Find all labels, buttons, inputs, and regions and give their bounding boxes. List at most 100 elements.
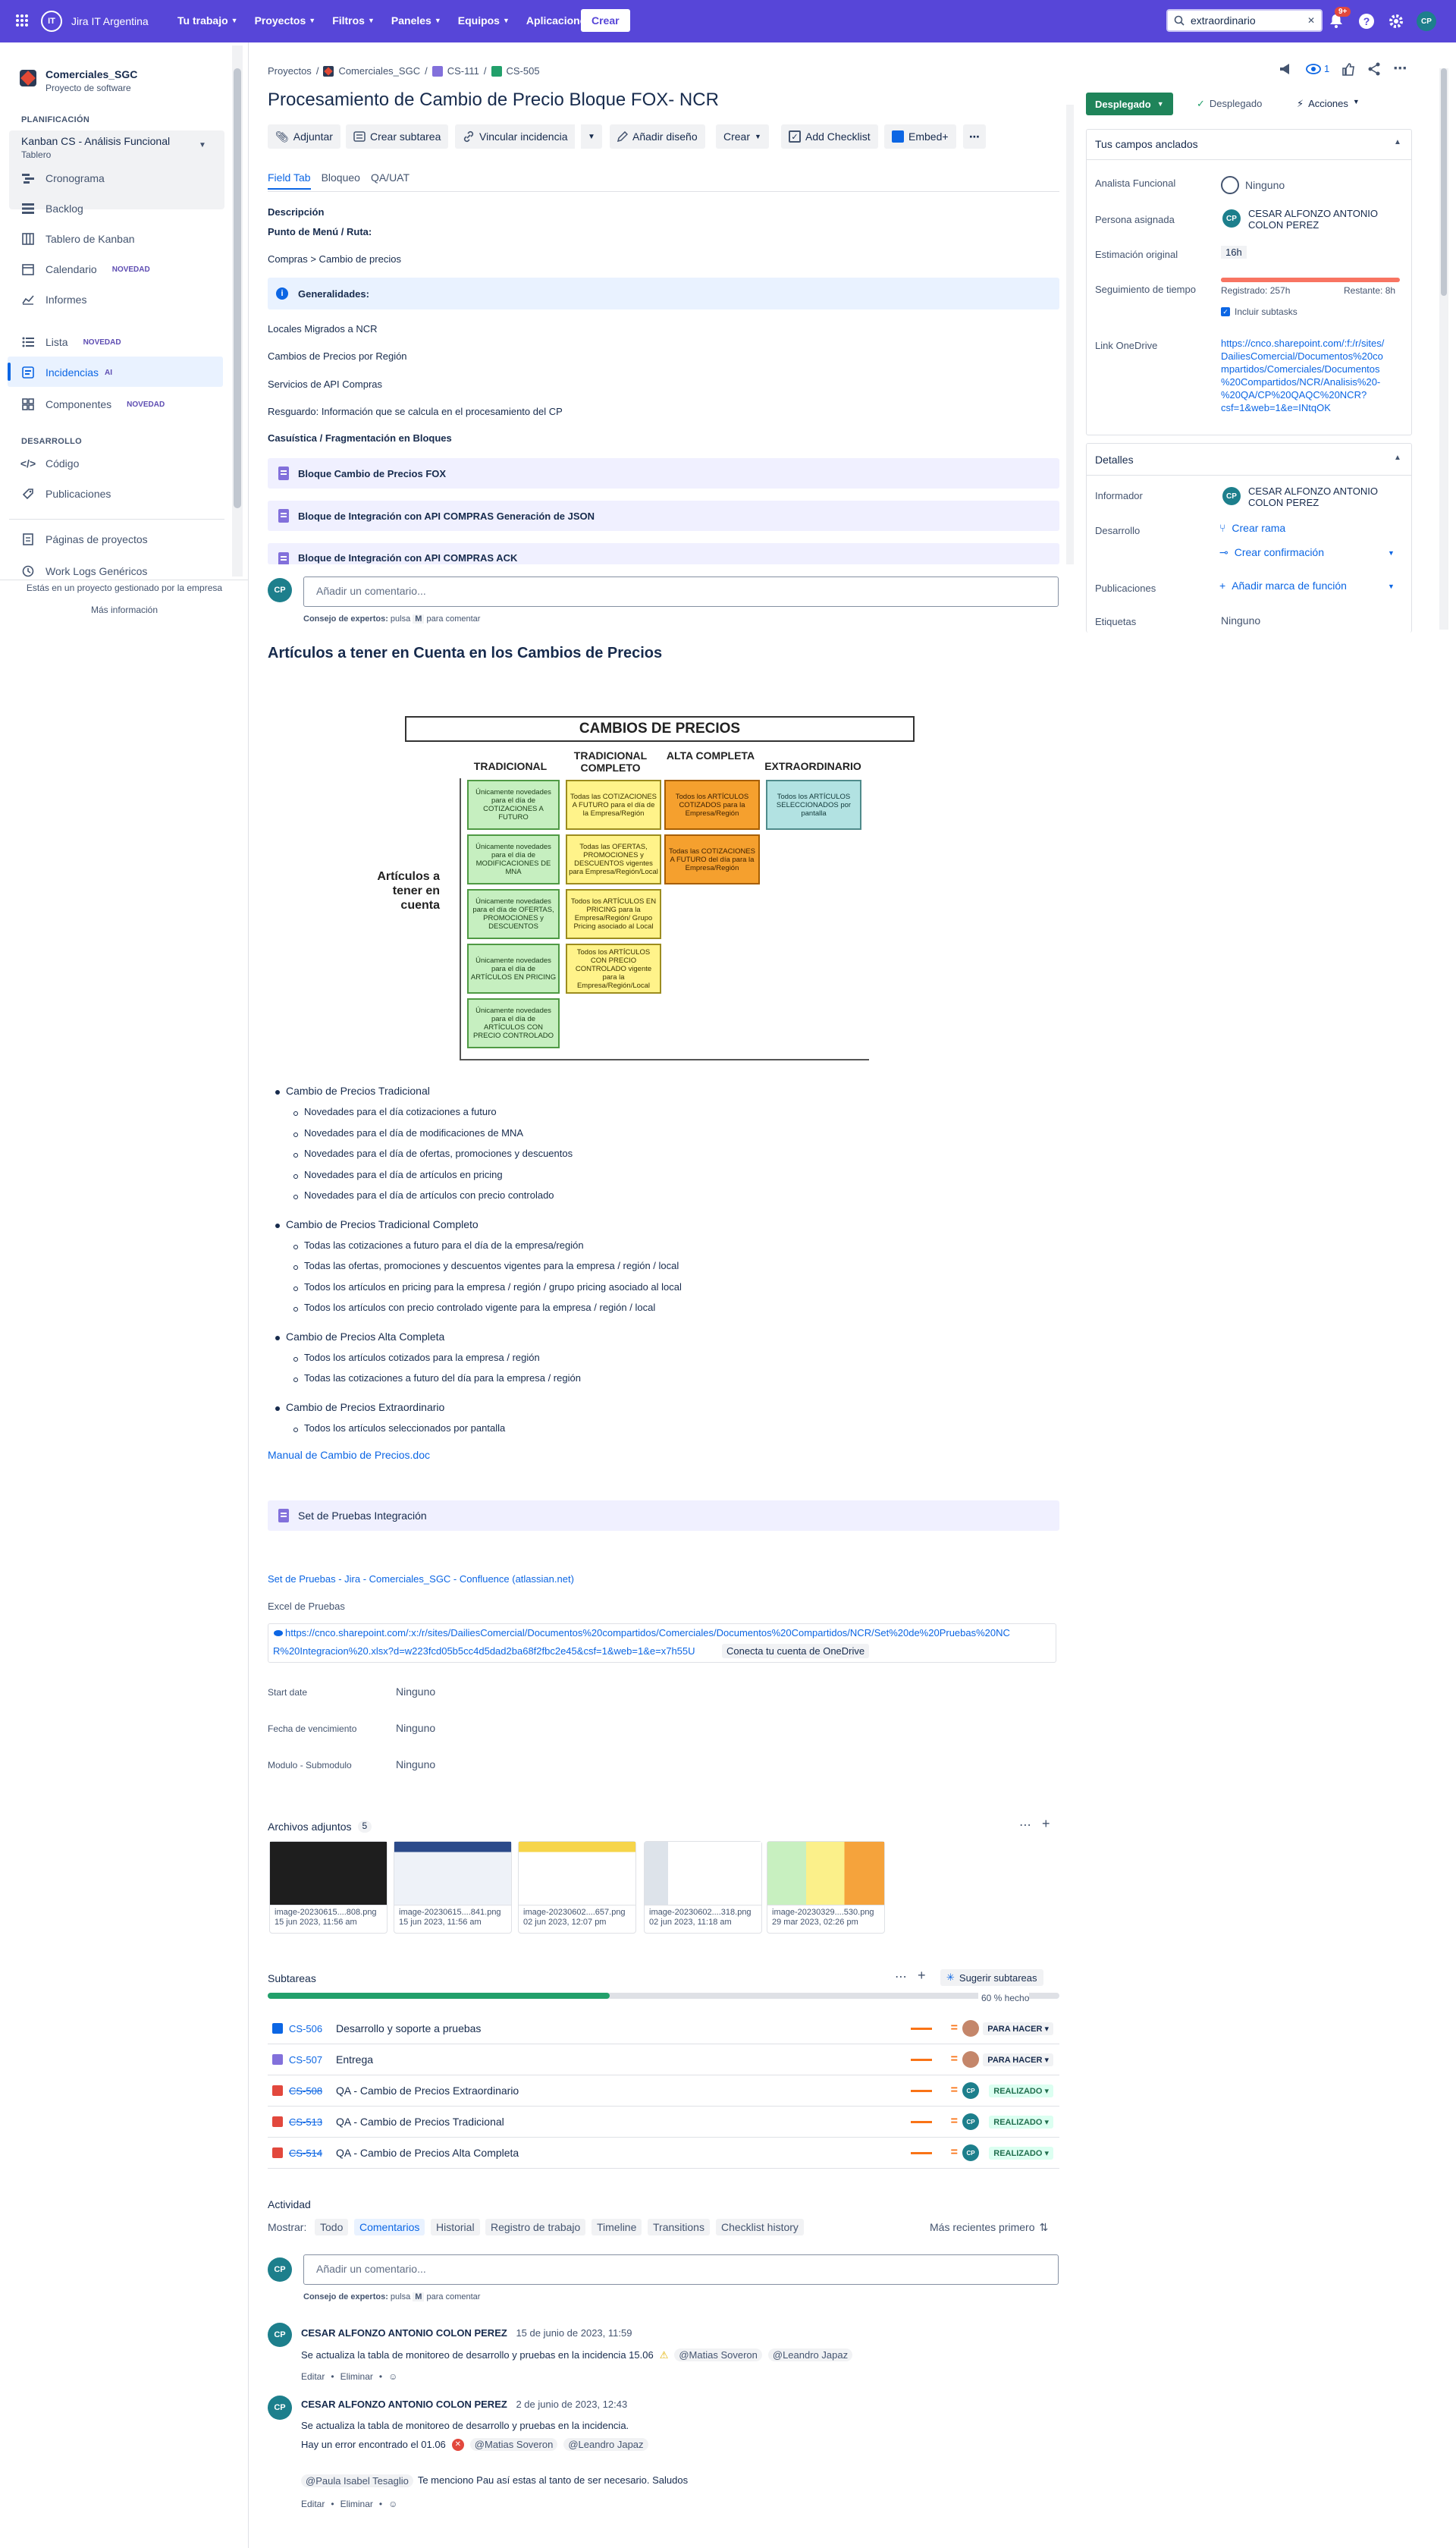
time-tracking-bar[interactable] xyxy=(1221,278,1400,282)
create-commit-link[interactable]: ⊸ Crear confirmación xyxy=(1219,546,1324,559)
link-issue-button[interactable]: Vincular incidencia xyxy=(455,124,576,149)
tab-field[interactable]: Field Tab xyxy=(268,171,311,190)
activity-tab-all[interactable]: Todo xyxy=(315,2219,349,2235)
reporter-value[interactable]: CESAR ALFONZO ANTONIO COLON PEREZ xyxy=(1248,485,1392,508)
excel-link-card[interactable]: https://cnco.sharepoint.com/:x:/r/sites/… xyxy=(268,1623,1056,1663)
issue-scrollbar[interactable] xyxy=(1066,105,1074,564)
attachment-card[interactable]: image-20230602....318.png 02 jun 2023, 11… xyxy=(644,1841,762,1934)
help-icon[interactable]: ? xyxy=(1359,14,1374,29)
subtask-key[interactable]: CS-507 xyxy=(289,2054,334,2066)
attachment-card[interactable]: image-20230329....530.png 29 mar 2023, 02… xyxy=(767,1841,885,1934)
user-avatar[interactable]: CP xyxy=(1417,11,1436,31)
subtask-row[interactable]: CS-507 Entrega = PARA HACER ▾ xyxy=(268,2044,1059,2075)
thumbs-up-icon[interactable] xyxy=(1341,62,1355,76)
subtask-key[interactable]: CS-514 xyxy=(289,2147,334,2159)
attachment-card[interactable]: image-20230615....808.png 15 jun 2023, 11… xyxy=(269,1841,388,1934)
sidebar-item-calendario[interactable]: Calendario NOVEDAD xyxy=(21,262,150,276)
share-icon[interactable] xyxy=(1367,62,1381,76)
attachment-card[interactable]: image-20230602....657.png 02 jun 2023, 12… xyxy=(518,1841,636,1934)
clear-search-icon[interactable]: ✕ xyxy=(1307,15,1315,26)
create-dropdown-button[interactable]: Crear ▼ xyxy=(716,124,769,149)
create-button[interactable]: Crear xyxy=(581,9,630,32)
subtask-row[interactable]: CS-513 QA - Cambio de Precios Tradicional… xyxy=(268,2107,1059,2138)
assignee-avatar[interactable]: CP xyxy=(962,2144,979,2161)
assignee-value[interactable]: CESAR ALFONZO ANTONIO COLON PEREZ xyxy=(1248,208,1392,231)
labels-value[interactable]: Ninguno xyxy=(1221,614,1260,627)
sidebar-item-worklogs[interactable]: Work Logs Genéricos xyxy=(21,564,147,578)
status-transition-button[interactable]: Desplegado ▼ xyxy=(1086,93,1173,115)
suggest-subtasks-button[interactable]: ✳ Sugerir subtareas xyxy=(940,1969,1043,1986)
board-name[interactable]: Kanban CS - Análisis Funcional xyxy=(21,135,170,147)
tab-bloqueo[interactable]: Bloqueo xyxy=(322,171,360,190)
subtasks-more-icon[interactable]: ⋯ xyxy=(895,1969,907,1984)
app-switcher-icon[interactable] xyxy=(15,14,29,27)
reaction-icon[interactable]: ☺ xyxy=(388,2371,397,2382)
issue-title[interactable]: Procesamiento de Cambio de Precio Bloque… xyxy=(268,90,719,111)
delete-comment-button[interactable]: Eliminar xyxy=(340,2371,373,2382)
comment-author-avatar[interactable]: CP xyxy=(268,2396,292,2420)
sidebar-item-informes[interactable]: Informes xyxy=(21,293,86,306)
price-changes-diagram-image[interactable]: CAMBIOS DE PRECIOS TRADICIONAL TRADICION… xyxy=(364,705,925,1065)
search-input[interactable]: extraordinario ✕ xyxy=(1166,9,1323,32)
confluence-link[interactable]: Set de Pruebas - Jira - Comerciales_SGC … xyxy=(268,1573,574,1585)
link-issue-dropdown[interactable]: ▼ xyxy=(581,124,602,149)
sidebar-item-publicaciones[interactable]: Publicaciones xyxy=(21,487,111,501)
sidebar-item-lista[interactable]: Lista NOVEDAD xyxy=(21,335,121,349)
breadcrumb-parent[interactable]: CS-111 xyxy=(447,65,479,77)
activity-tab-timeline[interactable]: Timeline xyxy=(592,2219,642,2235)
subtask-summary[interactable]: QA - Cambio de Precios Extraordinario xyxy=(336,2085,519,2097)
attachments-more-icon[interactable]: ⋯ xyxy=(1019,1818,1031,1833)
org-name[interactable]: Jira IT Argentina xyxy=(71,15,149,27)
subtask-key[interactable]: CS-506 xyxy=(289,2023,334,2034)
chevron-down-icon[interactable]: ▼ xyxy=(1388,549,1395,557)
delete-comment-button[interactable]: Eliminar xyxy=(340,2499,373,2509)
sidebar-item-codigo[interactable]: </> Código xyxy=(20,457,80,470)
create-branch-link[interactable]: ⑂ Crear rama xyxy=(1219,522,1285,534)
subtask-status-dropdown[interactable]: PARA HACER ▾ xyxy=(983,2053,1053,2066)
breadcrumb-projects[interactable]: Proyectos xyxy=(268,65,312,77)
sidebar-item-paginas[interactable]: Páginas de proyectos xyxy=(21,533,148,546)
pinned-fields-header[interactable]: Tus campos anclados xyxy=(1095,138,1198,150)
activity-comment-input[interactable]: Añadir un comentario... xyxy=(303,2254,1059,2285)
analyst-field[interactable]: Ninguno xyxy=(1221,176,1285,194)
add-release-link[interactable]: + Añadir marca de función xyxy=(1219,580,1347,592)
actions-button[interactable]: ⚡︎ Acciones ▼ xyxy=(1297,98,1360,110)
breadcrumb-issue[interactable]: CS-505 xyxy=(507,65,540,77)
sidebar-item-backlog[interactable]: Backlog xyxy=(21,202,83,215)
estimate-value[interactable]: 16h xyxy=(1221,246,1247,259)
menu-tu-trabajo[interactable]: Tu trabajo ▼ xyxy=(177,14,238,27)
mention[interactable]: @Paula Isabel Tesaglio xyxy=(301,2474,413,2487)
activity-tab-checklist[interactable]: Checklist history xyxy=(716,2219,804,2235)
assignee-avatar[interactable]: CP xyxy=(962,2113,979,2130)
breadcrumb-project[interactable]: Comerciales_SGC xyxy=(338,65,420,77)
subtask-status-dropdown[interactable]: REALIZADO ▾ xyxy=(989,2146,1053,2160)
menu-paneles[interactable]: Paneles ▼ xyxy=(391,14,441,27)
excel-link-line2[interactable]: R%20Integracion%20.xlsx?d=w223fcd05b5cc4… xyxy=(273,1645,695,1657)
start-date-value[interactable]: Ninguno xyxy=(396,1686,435,1698)
block-panel-json[interactable]: Bloque de Integración con API COMPRAS Ge… xyxy=(268,501,1059,531)
more-options-icon[interactable]: ⋯ xyxy=(1393,61,1407,77)
subtask-key[interactable]: CS-513 xyxy=(289,2116,334,2128)
megaphone-icon[interactable] xyxy=(1279,62,1294,76)
comment-input[interactable]: Añadir un comentario... xyxy=(303,577,1059,607)
sidebar-item-kanban[interactable]: Tablero de Kanban xyxy=(21,232,135,246)
chevron-up-icon[interactable]: ▲ xyxy=(1394,138,1401,146)
activity-tab-transitions[interactable]: Transitions xyxy=(648,2219,710,2235)
mention[interactable]: @Leandro Japaz xyxy=(767,2348,853,2361)
add-attachment-icon[interactable]: + xyxy=(1042,1816,1050,1832)
attachment-card[interactable]: image-20230615....841.png 15 jun 2023, 11… xyxy=(394,1841,512,1934)
assignee-avatar[interactable] xyxy=(962,2051,979,2068)
add-design-button[interactable]: Añadir diseño xyxy=(610,124,705,149)
chevron-up-icon[interactable]: ▲ xyxy=(1394,454,1401,462)
sidebar-scrollbar[interactable] xyxy=(232,46,243,577)
watch-eye-icon[interactable]: 1 xyxy=(1306,63,1329,74)
more-actions-button[interactable]: ⋯ xyxy=(963,124,986,149)
subtask-status-dropdown[interactable]: PARA HACER ▾ xyxy=(983,2022,1053,2035)
chevron-down-icon[interactable]: ▼ xyxy=(1388,583,1395,590)
attach-button[interactable]: 📎︎ Adjuntar xyxy=(268,124,340,149)
menu-filtros[interactable]: Filtros ▼ xyxy=(332,14,375,27)
excel-link-line1[interactable]: https://cnco.sharepoint.com/:x:/r/sites/… xyxy=(285,1627,1010,1638)
add-checklist-button[interactable]: ✓ Add Checklist xyxy=(781,124,878,149)
add-subtask-icon[interactable]: + xyxy=(918,1968,926,1984)
subtask-summary[interactable]: Entrega xyxy=(336,2053,373,2066)
